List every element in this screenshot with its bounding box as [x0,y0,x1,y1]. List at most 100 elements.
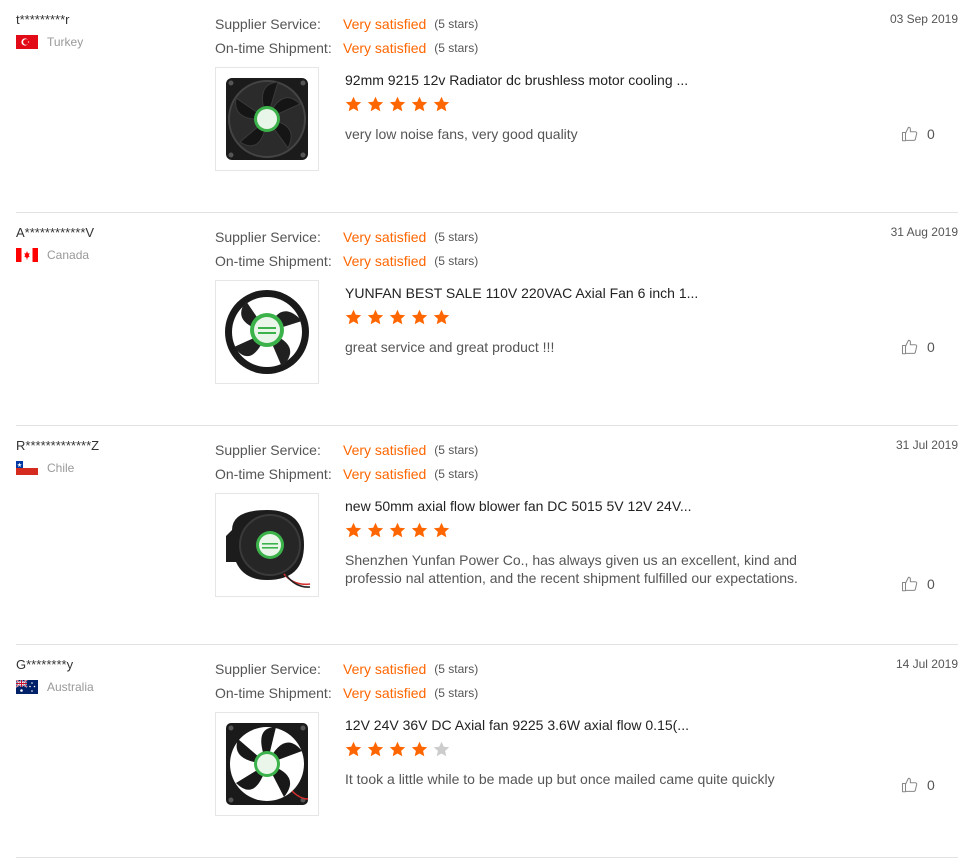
shipment-stars: (5 stars) [434,686,479,700]
product-thumbnail[interactable] [215,493,319,597]
shipment-value: Very satisfied [343,40,427,56]
review-item: R*************Z Chile Supplier Service: … [16,426,958,645]
buyer-name: t*********r [16,12,70,27]
review-item: A************V Canada Supplier Service: … [16,213,958,426]
star-filled-icon [389,96,406,112]
star-filled-icon [345,741,362,757]
country-name: Australia [47,680,94,694]
shipment-rating: On-time Shipment: Very satisfied (5 star… [215,249,478,273]
chile-flag-icon [16,461,38,475]
fan-image [226,723,309,805]
like-button[interactable]: 0 [901,338,935,356]
turkey-flag-icon [16,35,38,49]
supplier-service-value: Very satisfied [343,16,427,32]
star-empty-icon [433,741,450,757]
shipment-rating: On-time Shipment: Very satisfied (5 star… [215,681,478,705]
thumbs-up-icon [901,576,918,592]
shipment-label: On-time Shipment: [215,40,332,56]
review-date: 14 Jul 2019 [895,657,958,671]
like-count: 0 [927,339,935,355]
product-thumbnail[interactable] [215,280,319,384]
supplier-service-stars: (5 stars) [434,17,479,31]
supplier-service-stars: (5 stars) [434,662,479,676]
thumbs-up-icon [901,777,918,793]
fan-image [226,78,308,160]
fan-image [225,290,309,374]
shipment-label: On-time Shipment: [215,253,332,269]
review-date: 31 Jul 2019 [895,438,958,452]
buyer-country: Chile [16,461,74,475]
buyer-name: G********y [16,657,74,672]
shipment-value: Very satisfied [343,466,427,482]
like-count: 0 [927,777,935,793]
star-filled-icon [433,96,450,112]
like-button[interactable]: 0 [901,776,935,794]
review-stars [345,96,455,113]
supplier-service-value: Very satisfied [343,661,427,677]
supplier-service-rating: Supplier Service: Very satisfied (5 star… [215,225,478,249]
buyer-name: A************V [16,225,95,240]
star-filled-icon [389,741,406,757]
australia-flag-icon [16,680,38,694]
star-filled-icon [367,522,384,538]
star-filled-icon [367,741,384,757]
product-title-link[interactable]: 92mm 9215 12v Radiator dc brushless moto… [345,72,845,88]
star-filled-icon [411,522,428,538]
country-name: Chile [47,461,75,475]
shipment-value: Very satisfied [343,253,427,269]
seller-ratings: Supplier Service: Very satisfied (5 star… [215,657,478,705]
like-count: 0 [927,576,935,592]
supplier-service-label: Supplier Service: [215,16,321,32]
review-item: t*********r Turkey Supplier Service: Ver… [16,0,958,213]
supplier-service-stars: (5 stars) [434,443,479,457]
country-name: Turkey [47,35,84,49]
review-comment: It took a little while to be made up but… [345,771,775,787]
star-filled-icon [433,309,450,325]
seller-ratings: Supplier Service: Very satisfied (5 star… [215,12,478,60]
shipment-stars: (5 stars) [434,467,479,481]
buyer-country: Canada [16,248,89,262]
like-button[interactable]: 0 [901,125,935,143]
product-title-link[interactable]: YUNFAN BEST SALE 110V 220VAC Axial Fan 6… [345,285,845,301]
review-date: 03 Sep 2019 [889,12,958,26]
supplier-service-stars: (5 stars) [434,230,479,244]
shipment-stars: (5 stars) [434,41,479,55]
product-thumbnail[interactable] [215,712,319,816]
blower-fan-image [226,510,311,588]
seller-ratings: Supplier Service: Very satisfied (5 star… [215,438,478,486]
star-filled-icon [345,522,362,538]
supplier-service-label: Supplier Service: [215,442,321,458]
shipment-label: On-time Shipment: [215,466,332,482]
product-title-link[interactable]: new 50mm axial flow blower fan DC 5015 5… [345,498,845,514]
thumbs-up-icon [901,339,918,355]
review-stars [345,309,455,326]
review-date: 31 Aug 2019 [890,225,958,239]
supplier-service-value: Very satisfied [343,442,427,458]
star-filled-icon [389,522,406,538]
star-filled-icon [367,96,384,112]
review-comment: great service and great product !!! [345,339,555,355]
review-comment: very low noise fans, very good quality [345,126,578,142]
product-title-link[interactable]: 12V 24V 36V DC Axial fan 9225 3.6W axial… [345,717,845,733]
review-stars [345,741,455,758]
like-count: 0 [927,126,935,142]
supplier-service-rating: Supplier Service: Very satisfied (5 star… [215,438,478,462]
product-thumbnail[interactable] [215,67,319,171]
thumbs-up-icon [901,126,918,142]
star-filled-icon [345,309,362,325]
star-filled-icon [411,96,428,112]
review-stars [345,522,455,539]
like-button[interactable]: 0 [901,575,935,593]
shipment-stars: (5 stars) [434,254,479,268]
supplier-service-value: Very satisfied [343,229,427,245]
review-item: G********y Australia Supplier Service: V… [16,645,958,858]
star-filled-icon [345,96,362,112]
shipment-label: On-time Shipment: [215,685,332,701]
star-filled-icon [367,309,384,325]
star-filled-icon [433,522,450,538]
buyer-country: Turkey [16,35,83,49]
supplier-service-rating: Supplier Service: Very satisfied (5 star… [215,12,478,36]
buyer-country: Australia [16,680,94,694]
supplier-service-rating: Supplier Service: Very satisfied (5 star… [215,657,478,681]
supplier-service-label: Supplier Service: [215,661,321,677]
